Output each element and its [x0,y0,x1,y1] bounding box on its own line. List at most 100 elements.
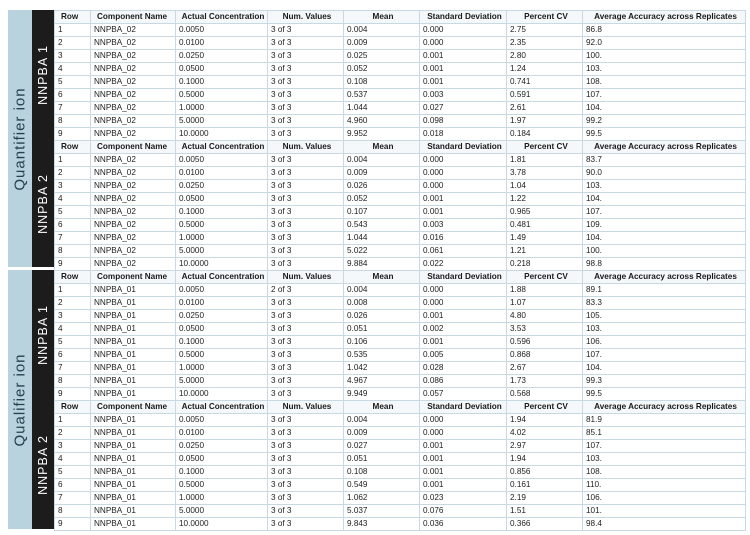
column-header-component-name[interactable]: Component Name [90,139,176,155]
cell-standard-deviation: 0.000 [419,283,507,298]
cell-num-values: 3 of 3 [267,361,344,376]
column-header-num-values[interactable]: Num. Values [267,269,344,285]
column-header-actual-concentration[interactable]: Actual Concentration [175,399,268,415]
column-header-percent-cv[interactable]: Percent CV [506,269,583,285]
table-row[interactable]: 9 NNPBA_02 10.0000 3 of 3 9.884 0.022 0.218 98.… [54,257,746,272]
table-row[interactable]: 1 NNPBA_02 0.0050 3 of 3 0.004 0.000 2.75 86.8 [54,23,746,38]
table-row[interactable]: 1 NNPBA_01 0.0050 2 of 3 0.004 0.000 1.88 89.1 [54,283,746,298]
table-row[interactable]: 8 NNPBA_02 5.0000 3 of 3 4.960 0.098 1.97 99.2 [54,114,746,129]
table-row[interactable]: 7 NNPBA_01 1.0000 3 of 3 1.062 0.023 2.19 106. [54,491,746,506]
column-header-mean[interactable]: Mean [343,139,420,155]
cell-num-values: 3 of 3 [267,114,344,129]
cell-actual-concentration: 0.0250 [175,49,268,64]
table-row[interactable]: 4 NNPBA_02 0.0500 3 of 3 0.052 0.001 1.24 103. [54,62,746,77]
column-header-actual-concentration[interactable]: Actual Concentration [175,9,268,25]
table-row[interactable]: 8 NNPBA_01 5.0000 3 of 3 4.967 0.086 1.73 99.3 [54,374,746,389]
subgroup-label: NNPBA 1 [32,10,54,140]
column-header-average-accuracy[interactable]: Average Accuracy across Replicates [582,269,746,285]
table-row[interactable]: 3 NNPBA_01 0.0250 3 of 3 0.027 0.001 2.97 107. [54,439,746,454]
column-header-num-values[interactable]: Num. Values [267,139,344,155]
cell-row: 6 [54,478,91,493]
table-row[interactable]: 5 NNPBA_01 0.1000 3 of 3 0.106 0.001 0.596 106. [54,335,746,350]
cell-average-accuracy: 103. [582,62,746,77]
column-header-standard-deviation[interactable]: Standard Deviation [419,139,507,155]
cell-average-accuracy: 99.5 [582,387,746,402]
cell-row: 4 [54,192,91,207]
column-header-actual-concentration[interactable]: Actual Concentration [175,269,268,285]
table-row[interactable]: 6 NNPBA_01 0.5000 3 of 3 0.535 0.005 0.868 107. [54,348,746,363]
table-row[interactable]: 2 NNPBA_02 0.0100 3 of 3 0.009 0.000 2.35 92.0 [54,36,746,51]
cell-actual-concentration: 0.1000 [175,75,268,90]
column-header-standard-deviation[interactable]: Standard Deviation [419,9,507,25]
table-row[interactable]: 5 NNPBA_02 0.1000 3 of 3 0.107 0.001 0.965 107. [54,205,746,220]
cell-percent-cv: 2.67 [506,361,583,376]
cell-percent-cv: 2.75 [506,23,583,38]
column-header-component-name[interactable]: Component Name [90,399,176,415]
cell-average-accuracy: 105. [582,309,746,324]
table-row[interactable]: 2 NNPBA_01 0.0100 3 of 3 0.009 0.000 4.02 85.1 [54,426,746,441]
column-header-row[interactable]: Row [54,9,91,25]
cell-row: 7 [54,361,91,376]
column-header-row[interactable]: Row [54,399,91,415]
column-header-row[interactable]: Row [54,269,91,285]
table-row[interactable]: 6 NNPBA_01 0.5000 3 of 3 0.549 0.001 0.161 110. [54,478,746,493]
table-row[interactable]: 4 NNPBA_01 0.0500 3 of 3 0.051 0.002 3.53 103. [54,322,746,337]
cell-num-values: 3 of 3 [267,335,344,350]
table-row[interactable]: 8 NNPBA_01 5.0000 3 of 3 5.037 0.076 1.51 101. [54,504,746,519]
subgroup-nnpba-1: NNPBA 1 Row Component Name Actual Concentr… [32,9,750,142]
cell-row: 2 [54,426,91,441]
table-row[interactable]: 9 NNPBA_01 10.0000 3 of 3 9.949 0.057 0.568 99.… [54,387,746,402]
table-row[interactable]: 7 NNPBA_01 1.0000 3 of 3 1.042 0.028 2.67 104. [54,361,746,376]
cell-num-values: 3 of 3 [267,192,344,207]
column-header-percent-cv[interactable]: Percent CV [506,9,583,25]
cell-percent-cv: 0.184 [506,127,583,142]
cell-percent-cv: 0.596 [506,335,583,350]
table-row[interactable]: 8 NNPBA_02 5.0000 3 of 3 5.022 0.061 1.21 100. [54,244,746,259]
column-header-num-values[interactable]: Num. Values [267,399,344,415]
table-row[interactable]: 2 NNPBA_01 0.0100 3 of 3 0.008 0.000 1.07 83.3 [54,296,746,311]
table-row[interactable]: 6 NNPBA_02 0.5000 3 of 3 0.537 0.003 0.591 107. [54,88,746,103]
table-row[interactable]: 1 NNPBA_01 0.0050 3 of 3 0.004 0.000 1.94 81.9 [54,413,746,428]
cell-average-accuracy: 109. [582,218,746,233]
table-row[interactable]: 3 NNPBA_02 0.0250 3 of 3 0.026 0.000 1.04 103. [54,179,746,194]
table-row[interactable]: 7 NNPBA_02 1.0000 3 of 3 1.044 0.016 1.49 104. [54,231,746,246]
table-row[interactable]: 4 NNPBA_01 0.0500 3 of 3 0.051 0.001 1.94 103. [54,452,746,467]
column-header-mean[interactable]: Mean [343,9,420,25]
column-header-actual-concentration[interactable]: Actual Concentration [175,139,268,155]
table-row[interactable]: 4 NNPBA_02 0.0500 3 of 3 0.052 0.001 1.22 104. [54,192,746,207]
column-header-component-name[interactable]: Component Name [90,269,176,285]
cell-actual-concentration: 0.0050 [175,283,268,298]
column-header-average-accuracy[interactable]: Average Accuracy across Replicates [582,399,746,415]
column-header-row[interactable]: Row [54,139,91,155]
cell-mean: 1.062 [343,491,420,506]
table-row[interactable]: 7 NNPBA_02 1.0000 3 of 3 1.044 0.027 2.61 104. [54,101,746,116]
table-row[interactable]: 3 NNPBA_02 0.0250 3 of 3 0.025 0.001 2.80 100. [54,49,746,64]
column-header-percent-cv[interactable]: Percent CV [506,399,583,415]
cell-standard-deviation: 0.022 [419,257,507,272]
cell-component-name: NNPBA_02 [90,205,176,220]
table-row[interactable]: 9 NNPBA_02 10.0000 3 of 3 9.952 0.018 0.184 99.… [54,127,746,142]
column-header-num-values[interactable]: Num. Values [267,9,344,25]
column-header-percent-cv[interactable]: Percent CV [506,139,583,155]
column-header-mean[interactable]: Mean [343,269,420,285]
table-row[interactable]: 1 NNPBA_02 0.0050 3 of 3 0.004 0.000 1.81 83.7 [54,153,746,168]
cell-row: 3 [54,179,91,194]
table-row[interactable]: 3 NNPBA_01 0.0250 3 of 3 0.026 0.001 4.80 105. [54,309,746,324]
column-header-standard-deviation[interactable]: Standard Deviation [419,399,507,415]
cell-percent-cv: 2.19 [506,491,583,506]
table-row[interactable]: 5 NNPBA_01 0.1000 3 of 3 0.108 0.001 0.856 108. [54,465,746,480]
column-header-standard-deviation[interactable]: Standard Deviation [419,269,507,285]
column-header-average-accuracy[interactable]: Average Accuracy across Replicates [582,9,746,25]
column-header-average-accuracy[interactable]: Average Accuracy across Replicates [582,139,746,155]
subgroup-nnpba-2: NNPBA 2 Row Component Name Actual Concentr… [32,399,750,532]
cell-component-name: NNPBA_02 [90,62,176,77]
table-row[interactable]: 5 NNPBA_02 0.1000 3 of 3 0.108 0.001 0.741 108. [54,75,746,90]
cell-num-values: 3 of 3 [267,504,344,519]
table-row[interactable]: 6 NNPBA_02 0.5000 3 of 3 0.543 0.003 0.481 109. [54,218,746,233]
table-row[interactable]: 2 NNPBA_02 0.0100 3 of 3 0.009 0.000 3.78 90.0 [54,166,746,181]
cell-percent-cv: 0.218 [506,257,583,272]
table-row[interactable]: 9 NNPBA_01 10.0000 3 of 3 9.843 0.036 0.366 98.… [54,517,746,532]
cell-mean: 9.843 [343,517,420,532]
column-header-mean[interactable]: Mean [343,399,420,415]
column-header-component-name[interactable]: Component Name [90,9,176,25]
